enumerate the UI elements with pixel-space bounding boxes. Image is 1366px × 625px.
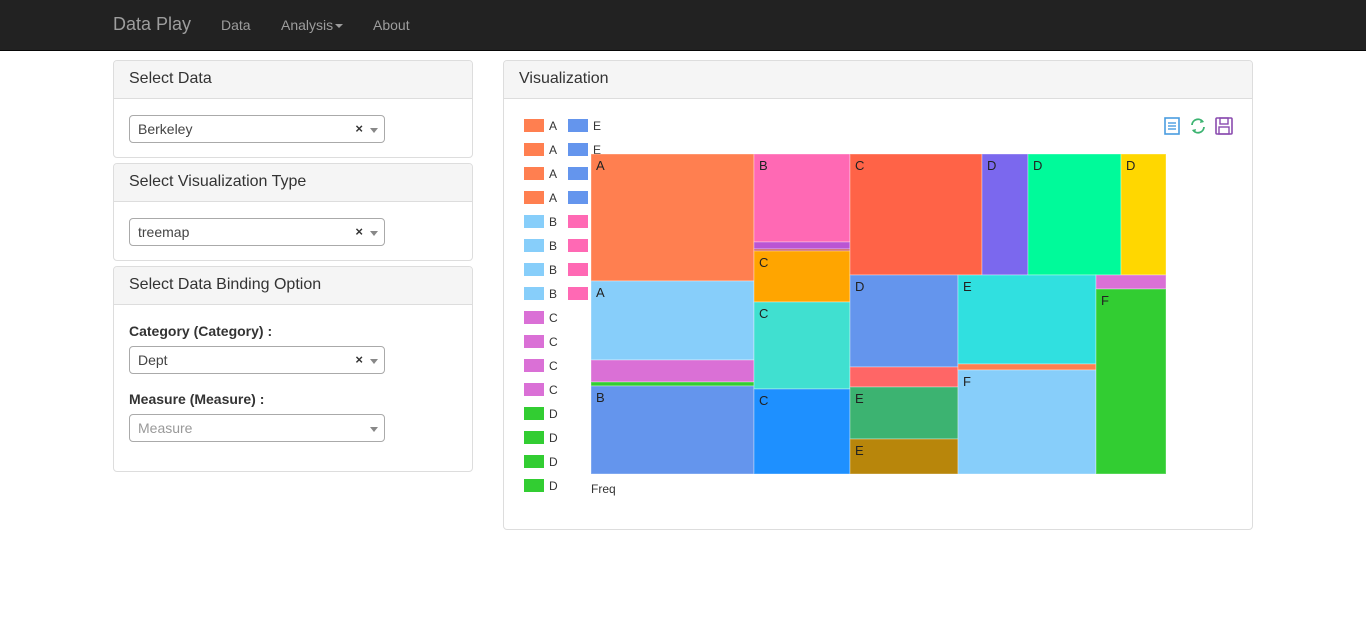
- treemap-cell-label: C: [759, 306, 768, 321]
- treemap-cell[interactable]: [753, 250, 851, 303]
- legend-label: E: [593, 119, 601, 133]
- legend-label: D: [549, 407, 558, 421]
- treemap-cell[interactable]: [590, 153, 755, 282]
- treemap-cell[interactable]: [590, 381, 755, 387]
- treemap-cell-label: D: [987, 158, 996, 173]
- legend-swatch[interactable]: [524, 263, 544, 276]
- legend-swatch[interactable]: [568, 287, 588, 300]
- legend-swatch[interactable]: [524, 455, 544, 468]
- treemap-cell[interactable]: [753, 388, 851, 475]
- treemap-cell-label: B: [759, 158, 768, 173]
- treemap-cell-label: C: [759, 393, 768, 408]
- legend-swatch[interactable]: [524, 359, 544, 372]
- treemap-chart: AAAABBBBCCCCDDDDEEEEFFFFAABBCCCCDDDDEEEF…: [524, 119, 1167, 496]
- legend-label: B: [549, 263, 557, 277]
- treemap-cell[interactable]: [590, 280, 755, 361]
- legend-swatch[interactable]: [524, 239, 544, 252]
- legend-swatch[interactable]: [568, 191, 588, 204]
- legend-swatch[interactable]: [524, 143, 544, 156]
- legend-swatch[interactable]: [524, 311, 544, 324]
- legend-label: A: [549, 167, 557, 181]
- treemap-cell[interactable]: [590, 385, 755, 475]
- treemap-cell[interactable]: [753, 301, 851, 390]
- treemap-cell-label: C: [855, 158, 864, 173]
- treemap-cell[interactable]: [1095, 288, 1167, 475]
- treemap-cell-label: E: [855, 443, 864, 458]
- treemap-cell[interactable]: [849, 274, 959, 368]
- treemap-cell[interactable]: [957, 274, 1097, 365]
- treemap-cell-label: A: [596, 285, 605, 300]
- legend-label: D: [549, 455, 558, 469]
- treemap-cell[interactable]: [753, 153, 851, 243]
- legend-label: A: [549, 191, 557, 205]
- legend-swatch[interactable]: [568, 215, 588, 228]
- legend-swatch[interactable]: [524, 287, 544, 300]
- treemap-cell-label: D: [1033, 158, 1042, 173]
- legend-label: A: [549, 119, 557, 133]
- treemap-cell-label: F: [963, 374, 971, 389]
- legend-swatch[interactable]: [524, 215, 544, 228]
- treemap-cell-label: E: [963, 279, 972, 294]
- legend-swatch[interactable]: [568, 143, 588, 156]
- treemap-cell[interactable]: [1095, 274, 1167, 290]
- treemap-cell-label: F: [1101, 293, 1109, 308]
- legend-label: A: [549, 143, 557, 157]
- legend-swatch[interactable]: [524, 119, 544, 132]
- measure-axis-label: Freq: [591, 482, 616, 496]
- legend-swatch[interactable]: [568, 239, 588, 252]
- treemap-cell-label: E: [855, 391, 864, 406]
- treemap-cell[interactable]: [849, 366, 959, 388]
- legend-label: D: [549, 479, 558, 493]
- treemap-cell-label: D: [855, 279, 864, 294]
- legend-label: C: [549, 359, 558, 373]
- treemap-cell[interactable]: [849, 438, 959, 475]
- legend-swatch[interactable]: [568, 167, 588, 180]
- treemap-cell-label: B: [596, 390, 605, 405]
- legend-label: C: [549, 311, 558, 325]
- legend-swatch[interactable]: [524, 167, 544, 180]
- legend-label: B: [549, 215, 557, 229]
- legend-label: C: [549, 335, 558, 349]
- legend-swatch[interactable]: [568, 263, 588, 276]
- legend-label: D: [549, 431, 558, 445]
- legend-swatch[interactable]: [524, 191, 544, 204]
- treemap-cell-label: C: [759, 255, 768, 270]
- legend-swatch[interactable]: [524, 479, 544, 492]
- legend-swatch[interactable]: [524, 383, 544, 396]
- legend-swatch[interactable]: [568, 119, 588, 132]
- legend-swatch[interactable]: [524, 431, 544, 444]
- treemap-cell[interactable]: [957, 363, 1097, 371]
- treemap-cell[interactable]: [849, 153, 983, 276]
- treemap-cell[interactable]: [753, 241, 851, 250]
- legend-swatch[interactable]: [524, 407, 544, 420]
- legend-swatch[interactable]: [524, 335, 544, 348]
- legend-label: B: [549, 287, 557, 301]
- legend-label: B: [549, 239, 557, 253]
- treemap-cell-label: D: [1126, 158, 1135, 173]
- treemap-cell[interactable]: [849, 386, 959, 440]
- treemap-cell-label: A: [596, 158, 605, 173]
- treemap-cell[interactable]: [957, 369, 1097, 475]
- treemap-cell[interactable]: [590, 359, 755, 383]
- legend-label: C: [549, 383, 558, 397]
